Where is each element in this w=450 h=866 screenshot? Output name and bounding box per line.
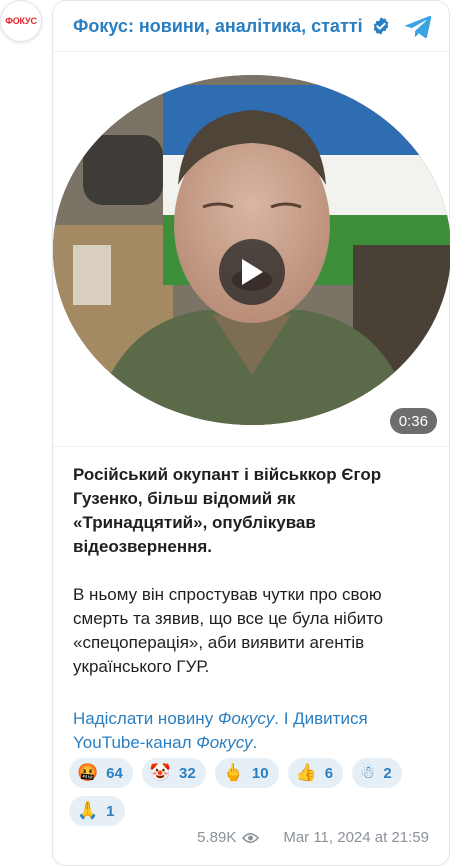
reaction-pray[interactable]: 🙏 1 [69,796,125,826]
clown-face-icon: 🤡 [149,763,172,783]
thumbs-up-icon: 👍 [295,763,317,783]
reaction-count: 6 [324,764,334,782]
reaction-count: 2 [383,764,392,782]
verified-badge-icon [373,17,388,35]
post-body: В ньому він спростував чутки про свою см… [73,585,384,676]
reaction-clown[interactable]: 🤡 32 [141,758,206,788]
post-header: Фокус: новини, аналітика, статті [53,1,449,51]
post-meta: 5.89K Mar 11, 2024 at 21:59 [197,829,429,846]
reaction-angry[interactable]: 🤬 64 [69,758,133,788]
reaction-count: 10 [251,764,269,782]
channel-title[interactable]: Фокус: новини, аналітика, статті [73,16,363,37]
video-duration: 0:36 [389,408,437,434]
post-text: Російський окупант і військкор Єгор Гузе… [73,463,433,755]
middle-finger-icon: 🖕 [222,763,244,783]
folded-hands-icon: 🙏 [77,801,99,821]
play-button[interactable] [219,239,285,305]
telegram-icon[interactable] [403,11,433,41]
reaction-middle-finger[interactable]: 🖕 10 [214,758,279,788]
post-links: Надіслати новину Фокусу. І Дивитися YouT… [73,707,433,755]
angry-face-icon: 🤬 [77,763,99,783]
post-card: Фокус: новини, аналітика, статті 0:36 Ро… [52,0,450,866]
reaction-count: 32 [179,764,196,782]
links-separator: І [278,709,294,728]
send-news-link[interactable]: Надіслати новину Фокусу. [73,709,279,728]
reaction-thumbs-up[interactable]: 👍 6 [287,758,344,788]
eye-icon [242,832,260,843]
reaction-snowman[interactable]: ☃ 2 [352,758,402,788]
post-date[interactable]: Mar 11, 2024 at 21:59 [283,829,429,846]
video-thumbnail[interactable] [53,75,450,425]
reaction-count: 64 [106,764,123,782]
view-count: 5.89K [197,829,237,846]
channel-avatar[interactable]: ФОКУС [0,0,42,42]
snowman-icon: ☃ [360,763,376,783]
reactions-bar: 🤬 64 🤡 32 🖕 10 👍 6 ☃ 2 🙏 1 [69,758,439,826]
post-lead: Російський окупант і військкор Єгор Гузе… [73,465,382,556]
video-message[interactable]: 0:36 [53,51,450,447]
reaction-count: 1 [106,802,115,820]
play-icon [242,259,263,285]
channel-avatar-logo: ФОКУС [5,16,37,26]
